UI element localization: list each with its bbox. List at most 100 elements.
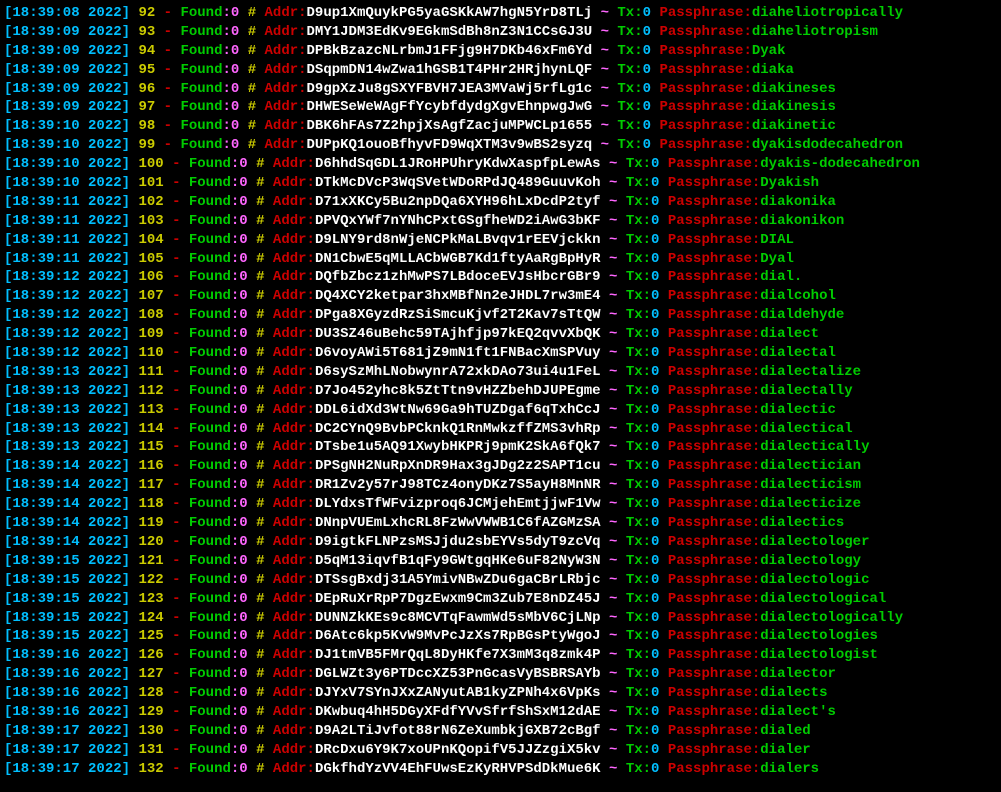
log-line: [18:39:08 2022] 92 - Found:0 # Addr:D9up… xyxy=(4,4,997,23)
found-value: :0 xyxy=(231,213,248,229)
passphrase-label: Passphrase: xyxy=(668,477,760,493)
passphrase-value: dialect's xyxy=(760,704,836,720)
row-index: 108 xyxy=(138,307,163,323)
found-label: Found xyxy=(189,439,231,455)
tx-label: Tx: xyxy=(617,118,642,134)
address-value: DR1Zv2y57rJ98TCz4onyDKz7S5ayH8MnNR xyxy=(315,477,601,493)
tx-label: Tx: xyxy=(617,62,642,78)
tilde-separator: ~ xyxy=(601,24,609,40)
year: 2022] xyxy=(88,610,130,626)
timestamp: [18:39:10 xyxy=(4,118,88,134)
hash-symbol: # xyxy=(256,251,264,267)
year: 2022] xyxy=(88,383,130,399)
address-value: DPSgNH2NuRpXnDR9Hax3gJDg2z2SAPT1cu xyxy=(315,458,601,474)
separator-dash: - xyxy=(172,610,180,626)
tx-value: 0 xyxy=(651,156,659,172)
row-index: 132 xyxy=(138,761,163,777)
hash-symbol: # xyxy=(256,326,264,342)
tilde-separator: ~ xyxy=(609,307,617,323)
found-label: Found xyxy=(189,591,231,607)
tx-value: 0 xyxy=(651,269,659,285)
passphrase-value: diakonikon xyxy=(760,213,844,229)
log-line: [18:39:09 2022] 96 - Found:0 # Addr:D9gp… xyxy=(4,80,997,99)
timestamp: [18:39:16 xyxy=(4,704,88,720)
year: 2022] xyxy=(88,232,130,248)
passphrase-value: dialecticism xyxy=(760,477,861,493)
row-index: 120 xyxy=(138,534,163,550)
addr-label: Addr: xyxy=(273,477,315,493)
tx-label: Tx: xyxy=(626,572,651,588)
hash-symbol: # xyxy=(256,610,264,626)
found-label: Found xyxy=(189,761,231,777)
row-index: 116 xyxy=(138,458,163,474)
tx-label: Tx: xyxy=(617,137,642,153)
addr-label: Addr: xyxy=(273,628,315,644)
row-index: 99 xyxy=(138,137,155,153)
tx-value: 0 xyxy=(651,326,659,342)
log-line: [18:39:13 2022] 115 - Found:0 # Addr:DTs… xyxy=(4,438,997,457)
row-index: 97 xyxy=(138,99,155,115)
separator-dash: - xyxy=(172,534,180,550)
tilde-separator: ~ xyxy=(609,458,617,474)
tx-value: 0 xyxy=(651,458,659,474)
separator-dash: - xyxy=(172,175,180,191)
tx-label: Tx: xyxy=(626,156,651,172)
passphrase-label: Passphrase: xyxy=(668,496,760,512)
log-line: [18:39:10 2022] 101 - Found:0 # Addr:DTk… xyxy=(4,174,997,193)
hash-symbol: # xyxy=(256,591,264,607)
passphrase-value: dialectal xyxy=(760,345,836,361)
year: 2022] xyxy=(88,742,130,758)
tx-value: 0 xyxy=(651,534,659,550)
tx-value: 0 xyxy=(651,402,659,418)
address-value: DPVQxYWf7nYNhCPxtGSgfheWD2iAwG3bKF xyxy=(315,213,601,229)
log-line: [18:39:13 2022] 112 - Found:0 # Addr:D7J… xyxy=(4,382,997,401)
tilde-separator: ~ xyxy=(601,5,609,21)
tilde-separator: ~ xyxy=(609,685,617,701)
passphrase-label: Passphrase: xyxy=(668,326,760,342)
log-line: [18:39:15 2022] 125 - Found:0 # Addr:D6A… xyxy=(4,627,997,646)
hash-symbol: # xyxy=(256,194,264,210)
found-label: Found xyxy=(189,402,231,418)
log-line: [18:39:15 2022] 121 - Found:0 # Addr:D5q… xyxy=(4,552,997,571)
passphrase-value: dialectic xyxy=(760,402,836,418)
hash-symbol: # xyxy=(256,704,264,720)
log-line: [18:39:14 2022] 118 - Found:0 # Addr:DLY… xyxy=(4,495,997,514)
found-value: :0 xyxy=(222,81,239,97)
passphrase-value: dialcohol xyxy=(760,288,836,304)
tx-value: 0 xyxy=(651,439,659,455)
addr-label: Addr: xyxy=(273,591,315,607)
year: 2022] xyxy=(88,761,130,777)
log-line: [18:39:14 2022] 116 - Found:0 # Addr:DPS… xyxy=(4,457,997,476)
tx-value: 0 xyxy=(651,515,659,531)
timestamp: [18:39:17 xyxy=(4,723,88,739)
hash-symbol: # xyxy=(256,572,264,588)
passphrase-value: dialector xyxy=(760,666,836,682)
passphrase-label: Passphrase: xyxy=(668,723,760,739)
tilde-separator: ~ xyxy=(609,553,617,569)
passphrase-label: Passphrase: xyxy=(668,175,760,191)
tx-value: 0 xyxy=(643,24,651,40)
timestamp: [18:39:16 xyxy=(4,685,88,701)
separator-dash: - xyxy=(172,345,180,361)
passphrase-label: Passphrase: xyxy=(668,742,760,758)
row-index: 123 xyxy=(138,591,163,607)
separator-dash: - xyxy=(172,421,180,437)
passphrase-label: Passphrase: xyxy=(668,232,760,248)
addr-label: Addr: xyxy=(273,251,315,267)
log-line: [18:39:17 2022] 130 - Found:0 # Addr:D9A… xyxy=(4,722,997,741)
passphrase-label: Passphrase: xyxy=(668,572,760,588)
found-label: Found xyxy=(189,685,231,701)
timestamp: [18:39:10 xyxy=(4,137,88,153)
passphrase-value: dialectical xyxy=(760,421,852,437)
address-value: DLYdxsTfWFvizproq6JCMjehEmtjjwF1Vw xyxy=(315,496,601,512)
hash-symbol: # xyxy=(256,666,264,682)
row-index: 95 xyxy=(138,62,155,78)
hash-symbol: # xyxy=(256,534,264,550)
timestamp: [18:39:14 xyxy=(4,458,88,474)
tx-value: 0 xyxy=(651,723,659,739)
row-index: 102 xyxy=(138,194,163,210)
passphrase-label: Passphrase: xyxy=(659,137,751,153)
addr-label: Addr: xyxy=(273,723,315,739)
hash-symbol: # xyxy=(256,553,264,569)
tilde-separator: ~ xyxy=(609,534,617,550)
